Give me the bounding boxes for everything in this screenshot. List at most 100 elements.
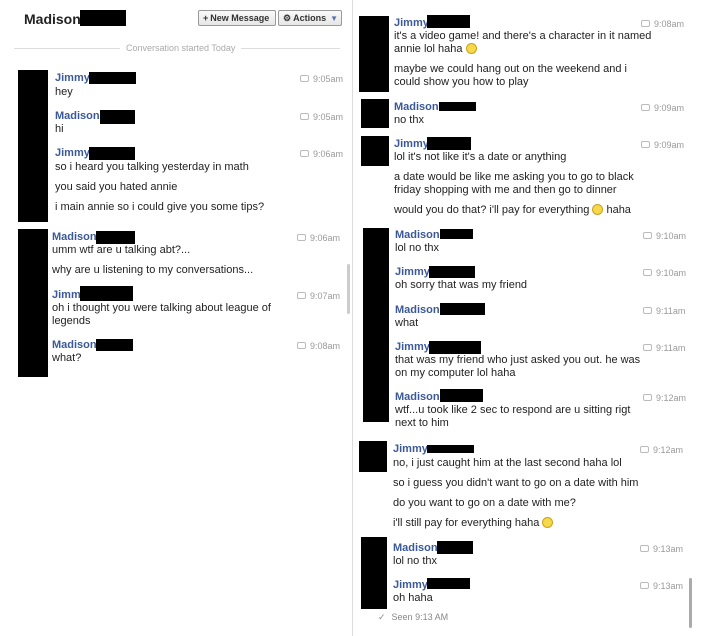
smiley-emoji-icon: [465, 42, 477, 54]
message-timestamp: 9:11am: [643, 343, 685, 353]
message-text: umm wtf are u talking abt?...: [52, 244, 191, 256]
avatar: [361, 136, 389, 166]
message-text: next to him: [395, 417, 449, 429]
message-text: oh sorry that was my friend: [395, 279, 528, 291]
new-message-button[interactable]: + New Message: [198, 10, 276, 26]
sender-name: Madison: [393, 542, 438, 554]
chat-bubble-icon: [643, 307, 652, 315]
chat-bubble-icon: [643, 344, 652, 352]
chat-bubble-icon: [643, 394, 652, 402]
message-text: what: [395, 317, 419, 329]
message-text: so i guess you didn't want to go on a da…: [393, 477, 639, 489]
sender-name: Madison: [394, 101, 439, 113]
scrollbar[interactable]: [689, 578, 692, 628]
chat-bubble-icon: [641, 104, 650, 112]
message-text: lol no thx: [393, 555, 438, 567]
sender-name: Jimmy: [394, 138, 429, 150]
message-timestamp: 9:10am: [643, 231, 686, 241]
message-text: oh i thought you were talking about leag…: [52, 302, 271, 314]
sender-name: Jimmy: [394, 17, 429, 29]
avatar: [363, 228, 389, 422]
chat-bubble-icon: [297, 234, 306, 242]
sender-name: Jimmy: [393, 443, 428, 455]
checkmark-icon: ✓: [378, 612, 386, 622]
avatar: [18, 229, 48, 377]
message-timestamp: 9:05am: [300, 112, 343, 122]
message-text: i main annie so i could give you some ti…: [55, 201, 265, 213]
message-timestamp: 9:07am: [297, 291, 340, 301]
chat-bubble-icon: [643, 232, 652, 240]
message-timestamp: 9:09am: [641, 140, 684, 150]
redacted-name: [89, 72, 136, 84]
message-text: would you do that? i'll pay for everythi…: [394, 203, 631, 216]
sender-name: Jimmy: [393, 579, 428, 591]
message-text: lol it's not like it's a date or anythin…: [394, 151, 567, 163]
redacted-name: [427, 445, 474, 453]
message-timestamp: 9:12am: [643, 393, 686, 403]
sender-name: Madison: [52, 339, 97, 351]
message-text: could show you how to play: [394, 76, 529, 88]
sender-name: Jimmy: [395, 341, 430, 353]
avatar: [359, 16, 389, 92]
chat-bubble-icon: [640, 446, 649, 454]
message-text: hi: [55, 123, 64, 135]
redacted-name: [427, 15, 470, 28]
redacted-name: [439, 102, 476, 111]
sender-name: Madison: [395, 304, 440, 316]
redacted-name: [80, 286, 133, 301]
sender-name: Jimmy: [395, 266, 430, 278]
sender-name: Jimmy: [55, 147, 90, 159]
scrollbar[interactable]: [347, 264, 350, 314]
message-timestamp: 9:09am: [641, 103, 684, 113]
message-timestamp: 9:06am: [300, 149, 343, 159]
message-timestamp: 9:11am: [643, 306, 685, 316]
message-text: friday shopping with me and then go to d…: [394, 184, 617, 196]
smiley-emoji-icon: [592, 203, 604, 215]
message-text: why are u listening to my conversations.…: [52, 264, 254, 276]
message-timestamp: 9:12am: [640, 445, 683, 455]
redacted-name: [440, 229, 473, 239]
message-timestamp: 9:13am: [640, 581, 683, 591]
page-title: Madison: [24, 11, 81, 27]
message-timestamp: 9:10am: [643, 268, 686, 278]
message-text: i'll still pay for everything haha: [393, 516, 554, 530]
gear-icon: ⚙: [283, 13, 292, 23]
chevron-down-icon: ▼: [330, 14, 339, 23]
sender-name: Madison: [395, 229, 440, 241]
avatar: [361, 537, 387, 609]
redacted-name: [440, 303, 485, 315]
redacted-name: [437, 541, 473, 554]
message-text: wtf...u took like 2 sec to respond are u…: [395, 404, 631, 416]
message-text: what?: [52, 352, 82, 364]
plus-icon: +: [203, 13, 209, 23]
chat-bubble-icon: [300, 75, 309, 83]
message-timestamp: 9:06am: [297, 233, 340, 243]
smiley-emoji-icon: [542, 516, 554, 528]
chat-bubble-icon: [297, 292, 306, 300]
new-message-label: New Message: [210, 13, 270, 23]
message-text: annie lol haha: [394, 42, 477, 56]
chat-bubble-icon: [300, 113, 309, 121]
sender-name: Jimmy: [55, 72, 90, 84]
message-text: a date would be like me asking you to go…: [394, 171, 634, 183]
actions-button[interactable]: ⚙ Actions ▼: [278, 10, 342, 26]
chat-bubble-icon: [297, 342, 306, 350]
redacted-name: [96, 231, 135, 244]
seen-status: ✓ Seen 9:13 AM: [378, 612, 449, 622]
message-timestamp: 9:13am: [640, 544, 683, 554]
chat-bubble-icon: [300, 150, 309, 158]
sender-name: Madison: [395, 391, 440, 403]
message-text: do you want to go on a date with me?: [393, 497, 576, 509]
chat-bubble-icon: [641, 141, 650, 149]
actions-label: Actions: [293, 13, 327, 23]
redacted-name: [429, 341, 481, 354]
redacted-name: [427, 137, 471, 150]
redacted-name: [89, 147, 135, 160]
redacted-name: [429, 266, 475, 278]
chat-bubble-icon: [640, 582, 649, 590]
redacted-name: [80, 10, 126, 26]
message-text: so i heard you talking yesterday in math: [55, 161, 249, 173]
message-text: hey: [55, 86, 73, 98]
avatar: [361, 99, 389, 128]
avatar: [359, 441, 387, 472]
